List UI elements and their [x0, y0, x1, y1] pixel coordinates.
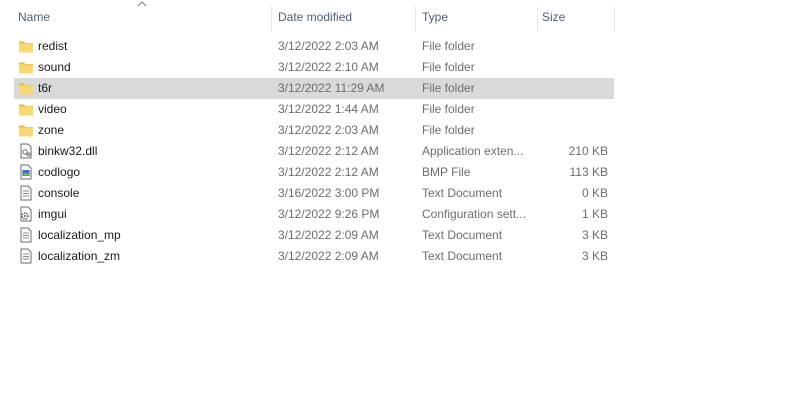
file-type: Text Document	[422, 249, 503, 263]
file-name: console	[38, 186, 80, 200]
file-name: localization_mp	[38, 228, 121, 242]
file-date-modified: 3/12/2022 9:26 PM	[278, 207, 380, 221]
file-date-modified: 3/12/2022 2:12 AM	[278, 165, 379, 179]
file-type: File folder	[422, 39, 475, 53]
file-name: codlogo	[38, 165, 81, 179]
file-name: localization_zm	[38, 249, 121, 263]
file-type: Text Document	[422, 228, 503, 242]
file-row-localization-zm[interactable]: localization_zm 3/12/2022 2:09 AM Text Doc…	[14, 246, 614, 267]
file-type: File folder	[422, 102, 475, 116]
file-list-view: Name Date modified Type Size redist 3/12/…	[0, 0, 805, 402]
file-name: zone	[38, 123, 65, 137]
file-row-imgui[interactable]: imgui 3/12/2022 9:26 PM Configuration sett…	[14, 204, 614, 225]
file-date-modified: 3/12/2022 2:12 AM	[278, 144, 379, 158]
file-date-modified: 3/12/2022 2:10 AM	[278, 60, 379, 74]
file-row-console[interactable]: console 3/16/2022 3:00 PM Text Document 0 K…	[14, 183, 614, 204]
file-size: 3 KB	[581, 228, 608, 242]
dll-file-icon	[18, 143, 34, 159]
folder-icon	[18, 59, 34, 75]
file-size: 113 KB	[569, 165, 608, 179]
text-file-icon	[18, 185, 34, 201]
file-date-modified: 3/12/2022 1:44 AM	[278, 102, 379, 116]
file-row-t6r[interactable]: t6r 3/12/2022 11:29 AM File folder	[14, 78, 614, 99]
file-size: 0 KB	[581, 186, 608, 200]
file-row-video[interactable]: video 3/12/2022 1:44 AM File folder	[14, 99, 614, 120]
folder-icon	[18, 122, 34, 138]
file-date-modified: 3/12/2022 2:03 AM	[278, 39, 379, 53]
file-date-modified: 3/12/2022 11:29 AM	[278, 81, 385, 95]
file-type: Application exten...	[422, 144, 524, 158]
file-name: binkw32.dll	[38, 144, 98, 158]
config-file-icon	[18, 206, 34, 222]
file-date-modified: 3/12/2022 2:09 AM	[278, 228, 379, 242]
file-row-binkw32-dll[interactable]: binkw32.dll 3/12/2022 2:12 AM Application …	[14, 141, 614, 162]
file-type: File folder	[422, 60, 475, 74]
column-header-row: Name Date modified Type Size	[0, 0, 620, 34]
column-header-size[interactable]: Size	[536, 0, 614, 34]
file-name: redist	[38, 39, 68, 53]
file-row-zone[interactable]: zone 3/12/2022 2:03 AM File folder	[14, 120, 614, 141]
file-date-modified: 3/16/2022 3:00 PM	[278, 186, 380, 200]
file-name: video	[38, 102, 67, 116]
folder-icon	[18, 101, 34, 117]
file-size: 210 KB	[568, 144, 608, 158]
folder-icon	[18, 38, 34, 54]
file-row-localization-mp[interactable]: localization_mp 3/12/2022 2:09 AM Text Doc…	[14, 225, 614, 246]
text-file-icon	[18, 248, 34, 264]
file-row-redist[interactable]: redist 3/12/2022 2:03 AM File folder	[14, 36, 614, 57]
file-type: Configuration sett...	[422, 207, 527, 221]
file-row-sound[interactable]: sound 3/12/2022 2:10 AM File folder	[14, 57, 614, 78]
file-type: BMP File	[422, 165, 471, 179]
file-name: imgui	[38, 207, 67, 221]
text-file-icon	[18, 227, 34, 243]
file-rows: redist 3/12/2022 2:03 AM File folder sound 3…	[14, 36, 614, 267]
folder-icon	[18, 80, 34, 96]
file-type: Text Document	[422, 186, 503, 200]
file-size: 1 KB	[581, 207, 608, 221]
file-name: t6r	[38, 81, 53, 95]
column-header-type[interactable]: Type	[416, 0, 538, 34]
file-name: sound	[38, 60, 71, 74]
file-date-modified: 3/12/2022 2:03 AM	[278, 123, 379, 137]
bmp-file-icon	[18, 164, 34, 180]
column-separator[interactable]	[614, 6, 615, 32]
file-size: 3 KB	[581, 249, 608, 263]
file-type: File folder	[422, 123, 475, 137]
column-header-name[interactable]: Name	[12, 0, 270, 34]
column-header-date-modified[interactable]: Date modified	[272, 0, 414, 34]
file-date-modified: 3/12/2022 2:09 AM	[278, 249, 379, 263]
file-row-codlogo[interactable]: codlogo 3/12/2022 2:12 AM BMP File 113 KB	[14, 162, 614, 183]
file-type: File folder	[422, 81, 475, 95]
